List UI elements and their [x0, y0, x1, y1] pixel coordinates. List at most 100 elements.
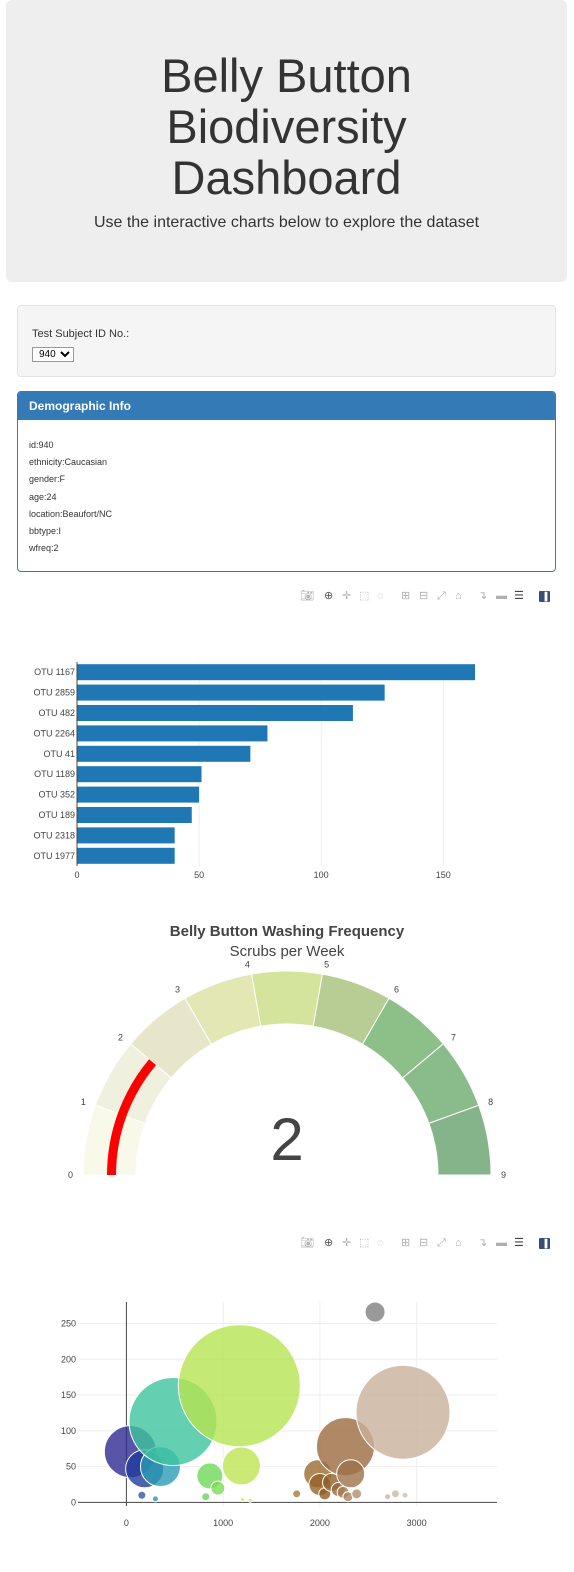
demo-id: id:940: [29, 440, 54, 450]
zoom-out-icon[interactable]: ⊟: [419, 1235, 428, 1251]
subject-id-select[interactable]: 940: [32, 347, 74, 362]
title-line-1: Belly Button: [161, 49, 412, 102]
gauge-tick-label: 2: [118, 1032, 123, 1042]
bubble-chart-modebar: 📷︎ ⊕ ✛ ⬚ ◌ ⊞ ⊟ ⤢ ⌂ ↴ ▬ ☰ ▐: [296, 1235, 556, 1251]
pan-icon[interactable]: ✛: [342, 588, 351, 604]
bubble-point: [401, 1491, 409, 1499]
subject-selector-label: Test Subject ID No.:: [32, 328, 130, 340]
bar-y-tick-label: OTU 1189: [34, 769, 75, 779]
zoom-icon[interactable]: ⊕: [324, 1235, 333, 1251]
demo-bbtype: bbtype:I: [29, 526, 62, 537]
bubble-y-tick-label: 250: [61, 1318, 76, 1328]
hover-compare-icon[interactable]: ☰: [514, 1235, 524, 1251]
bubble-y-tick-label: 200: [61, 1354, 76, 1364]
bar-y-tick-label: OTU 352: [38, 790, 75, 800]
reset-axes-icon[interactable]: ⌂: [455, 588, 462, 604]
camera-icon[interactable]: 📷︎: [300, 1235, 314, 1251]
reset-axes-icon[interactable]: ⌂: [455, 1235, 462, 1251]
bubble-point: [390, 1489, 400, 1499]
plotly-logo-icon[interactable]: ▐: [539, 591, 550, 602]
bar-y-tick-label: OTU 41: [43, 749, 75, 759]
bar-y-tick-label: OTU 1977: [33, 851, 75, 861]
bubble-x-tick-label: 3000: [407, 1518, 427, 1528]
spike-lines-icon[interactable]: ↴: [478, 588, 487, 604]
gauge-subtitle: Scrubs per Week: [230, 943, 345, 960]
bar-y-tick-label: OTU 2859: [33, 688, 75, 698]
bar-y-tick-label: OTU 189: [38, 810, 75, 820]
title-line-3: Dashboard: [171, 151, 402, 204]
autoscale-icon[interactable]: ⤢: [437, 588, 446, 604]
demo-gender: gender:F: [29, 474, 66, 485]
bubble-point: [292, 1489, 302, 1499]
gauge-tick-label: 5: [324, 959, 329, 969]
page-title: Belly Button Biodiversity Dashboard: [6, 50, 567, 203]
gauge-tick-label: 8: [488, 1097, 493, 1107]
bubble-y-tick-label: 50: [66, 1462, 76, 1472]
gauge-tick-label: 3: [175, 985, 180, 995]
bar-y-tick-label: OTU 2264: [33, 728, 75, 738]
autoscale-icon[interactable]: ⤢: [437, 1235, 446, 1251]
demo-location: location:Beaufort/NC: [29, 508, 113, 519]
plotly-logo-icon[interactable]: ▐: [539, 1238, 550, 1249]
bubble-point: [336, 1459, 366, 1489]
camera-icon[interactable]: 📷︎: [300, 588, 314, 604]
bubble-y-tick-label: 150: [61, 1390, 76, 1400]
bubble-x-tick-label: 2000: [310, 1518, 330, 1528]
gauge-tick-label: 9: [501, 1170, 506, 1180]
bubble-point: [210, 1480, 226, 1496]
bubble-point: [137, 1490, 147, 1500]
page-subtitle: Use the interactive charts below to expl…: [93, 214, 480, 231]
bubble-point: [355, 1364, 451, 1460]
bar-otu-41: [77, 745, 251, 762]
hover-closest-icon[interactable]: ▬: [496, 1235, 507, 1251]
bar-otu-2264: [77, 725, 268, 742]
bubble-point: [151, 1495, 159, 1503]
gauge-step-5: [250, 970, 324, 1027]
bubble-point: [384, 1493, 392, 1501]
hover-compare-icon[interactable]: ☰: [514, 588, 524, 604]
bubble-x-tick-label: 0: [124, 1518, 129, 1528]
zoom-in-icon[interactable]: ⊞: [401, 588, 410, 604]
lasso-icon[interactable]: ◌: [377, 1235, 384, 1251]
hover-closest-icon[interactable]: ▬: [496, 588, 507, 604]
zoom-out-icon[interactable]: ⊟: [419, 588, 428, 604]
bar-x-tick-label: 0: [74, 870, 79, 880]
title-line-2: Biodiversity: [166, 100, 407, 153]
top-otu-bar-chart: 0 50 100 150 OTU 1167 OTU 2859 OTU 482 OTU 2264…: [33, 662, 475, 880]
bar-otu-352: [77, 786, 200, 803]
bubble-y-tick-label: 100: [61, 1426, 76, 1436]
lasso-icon[interactable]: ◌: [377, 588, 384, 604]
demo-age: age:24: [29, 491, 57, 502]
box-select-icon[interactable]: ⬚: [359, 588, 369, 604]
spike-lines-icon[interactable]: ↴: [478, 1235, 487, 1251]
bar-otu-482: [77, 705, 353, 721]
zoom-icon[interactable]: ⊕: [324, 588, 333, 604]
gauge-tick-label: 1: [81, 1097, 86, 1107]
gauge-title: Belly Button Washing Frequency: [170, 923, 405, 940]
bubble-y-tick-label: 0: [71, 1497, 76, 1507]
demo-wfreq: wfreq:2: [29, 543, 59, 554]
pan-icon[interactable]: ✛: [342, 1235, 351, 1251]
bar-x-tick-label: 50: [194, 870, 204, 880]
bar-otu-2318: [77, 827, 175, 844]
otu-bubble-chart: 0 50 100 150 200 250 0 1000 2000 3000: [61, 1301, 497, 1528]
gauge-tick-label: 7: [451, 1032, 456, 1042]
bar-y-tick-label: OTU 1167: [34, 667, 75, 677]
bar-otu-1189: [77, 766, 202, 783]
bar-otu-2859: [77, 684, 385, 701]
zoom-in-icon[interactable]: ⊞: [401, 1235, 410, 1251]
bubble-point: [240, 1497, 246, 1503]
bar-x-tick-label: 100: [314, 870, 329, 880]
wash-frequency-gauge: Belly Button Washing Frequency Scrubs per…: [68, 923, 506, 1180]
bubble-point: [351, 1488, 363, 1500]
bar-x-tick-label: 150: [436, 870, 451, 880]
gauge-tick-label: 0: [68, 1170, 73, 1180]
gauge-tick-label: 6: [394, 985, 399, 995]
bubble-x-tick-label: 1000: [213, 1518, 233, 1528]
bubble-point: [201, 1492, 211, 1502]
bar-y-tick-label: OTU 482: [38, 708, 75, 718]
gauge-value-number: 2: [270, 1106, 303, 1173]
bubble-point: [247, 1497, 253, 1503]
box-select-icon[interactable]: ⬚: [359, 1235, 369, 1251]
subject-selector-panel: Test Subject ID No.: 940: [17, 305, 556, 377]
